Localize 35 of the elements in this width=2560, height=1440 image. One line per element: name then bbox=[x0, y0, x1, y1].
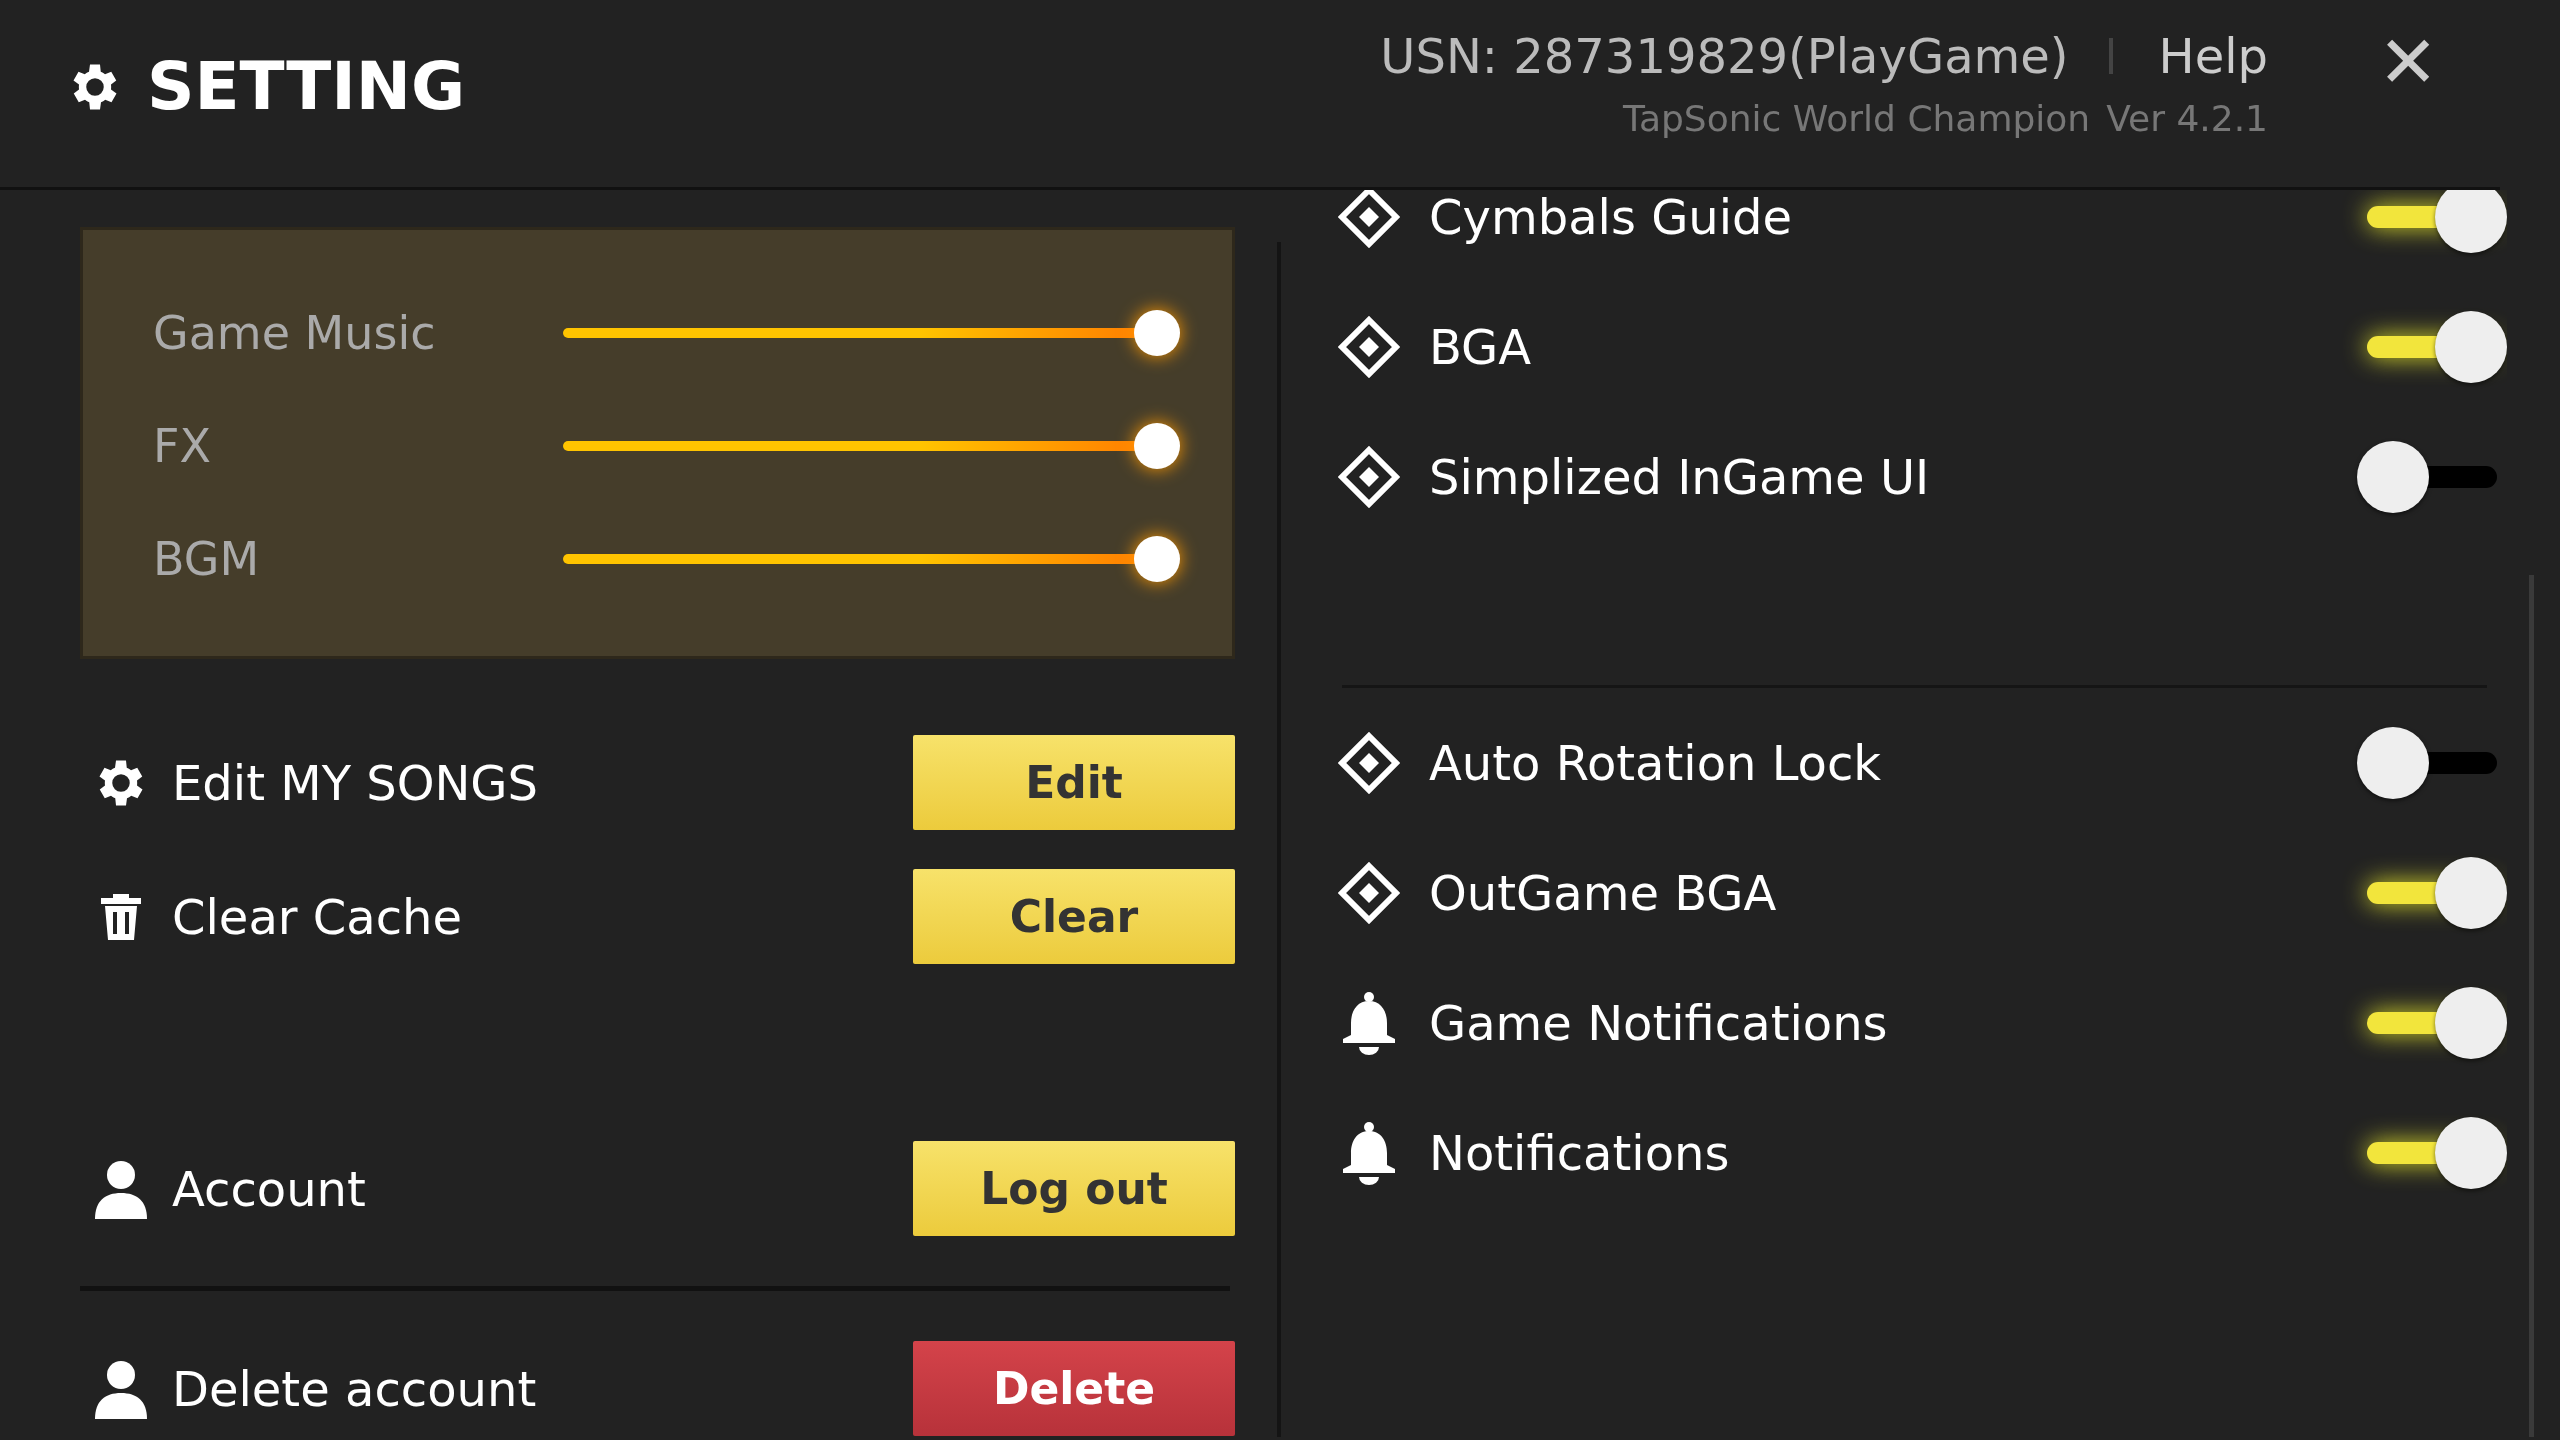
diamond-icon bbox=[1338, 446, 1400, 508]
slider-thumb[interactable] bbox=[1134, 422, 1180, 469]
setting-label: Account bbox=[171, 1160, 367, 1217]
diamond-icon bbox=[1338, 862, 1400, 924]
diamond-icon bbox=[1338, 732, 1400, 794]
setting-label: Auto Rotation Lock bbox=[1428, 735, 1883, 791]
help-link[interactable]: Help bbox=[2158, 28, 2268, 84]
action-button[interactable]: Delete bbox=[913, 1341, 1235, 1436]
volume-label: BGM bbox=[152, 531, 261, 586]
trash-icon bbox=[99, 891, 143, 942]
setting-label: Cymbals Guide bbox=[1428, 190, 1794, 245]
setting-label: Delete account bbox=[171, 1360, 538, 1417]
slider-thumb[interactable] bbox=[1134, 309, 1180, 356]
setting-label: Notifications bbox=[1428, 1125, 1731, 1181]
user-id: USN: 287319829(PlayGame) bbox=[1380, 28, 2069, 84]
volume-label: FX bbox=[152, 418, 212, 473]
diamond-icon bbox=[1338, 190, 1400, 248]
action-button[interactable]: Clear bbox=[913, 869, 1235, 964]
setting-label: Clear Cache bbox=[171, 888, 464, 945]
action-button[interactable]: Log out bbox=[913, 1141, 1235, 1236]
page-title: SETTING bbox=[147, 48, 466, 125]
person-icon bbox=[93, 1158, 149, 1219]
app-name: TapSonic World Champion bbox=[1622, 98, 2091, 139]
action-button[interactable]: Edit bbox=[913, 735, 1235, 830]
slider-thumb[interactable] bbox=[1134, 535, 1180, 582]
volume-label: Game Music bbox=[152, 305, 437, 360]
setting-label: Simplized InGame UI bbox=[1428, 449, 1931, 505]
person-icon bbox=[93, 1358, 149, 1419]
setting-label: Edit MY SONGS bbox=[171, 754, 540, 811]
diamond-icon bbox=[1338, 316, 1400, 378]
setting-label: BGA bbox=[1428, 319, 1533, 375]
setting-label: Game Notifications bbox=[1428, 995, 1889, 1051]
version-text: Ver 4.2.1 bbox=[2106, 98, 2268, 139]
close-button[interactable]: ✕ bbox=[2378, 26, 2438, 98]
setting-label: OutGame BGA bbox=[1428, 865, 1778, 921]
